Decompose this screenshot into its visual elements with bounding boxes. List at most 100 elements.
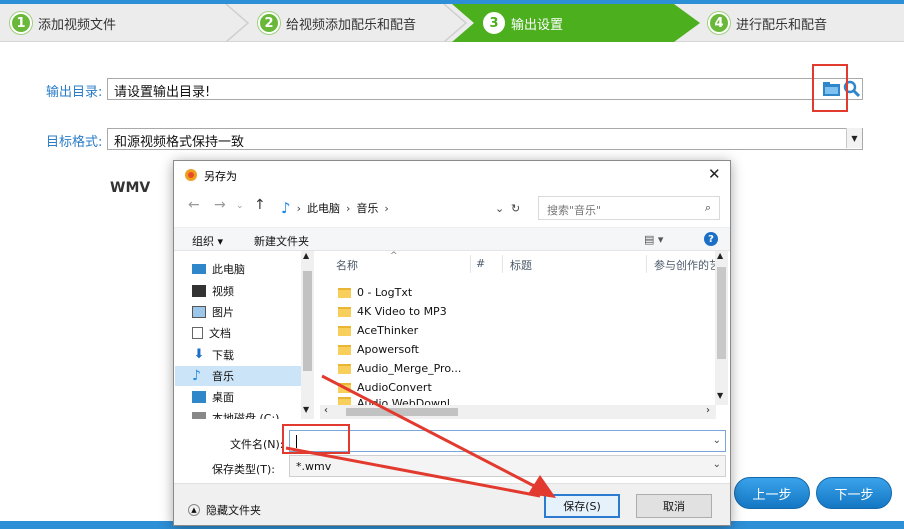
breadcrumb-sep-icon: › [345, 201, 351, 215]
step-number: 3 [483, 12, 505, 34]
scroll-up-icon[interactable]: ▲ [717, 251, 723, 260]
step-label: 进行配乐和配音 [736, 17, 828, 33]
scroll-down-icon[interactable]: ▼ [303, 405, 309, 414]
scrollbar-thumb[interactable] [346, 408, 458, 416]
list-item[interactable]: Audio WebDownl... [338, 397, 460, 405]
tree-item-label: 视频 [212, 285, 234, 298]
cancel-button[interactable]: 取消 [636, 494, 712, 518]
file-list-hscrollbar[interactable]: ‹ › [320, 405, 716, 419]
step-label: 给视频添加配乐和配音 [286, 17, 417, 33]
back-arrow-icon[interactable]: ← [188, 197, 200, 213]
scroll-right-icon[interactable]: › [706, 405, 710, 416]
dialog-search-input[interactable]: 搜索"音乐" ⌕ [538, 196, 720, 220]
breadcrumb-music[interactable]: 音乐 [356, 200, 378, 216]
tree-item-label: 音乐 [212, 370, 234, 383]
hide-folders-label: 隐藏文件夹 [206, 504, 261, 517]
tree-item-downloads[interactable]: ⬇ 下载 [192, 345, 312, 365]
step-add-video[interactable]: 1 添加视频文件 [10, 4, 116, 42]
up-arrow-icon[interactable]: ↑ [254, 197, 266, 213]
file-list-vscrollbar[interactable]: ▲ ▼ [715, 251, 728, 405]
help-icon[interactable]: ? [704, 232, 718, 246]
chevron-down-icon[interactable]: ⌄ [713, 435, 721, 446]
picture-icon [192, 306, 206, 318]
search-placeholder: 搜索"音乐" [547, 204, 602, 217]
dialog-toolbar: 组织 ▾ 新建文件夹 ▤ ▾ ? [174, 227, 730, 251]
tree-item-label: 桌面 [212, 391, 234, 404]
filename-label: 文件名(N): [230, 438, 284, 451]
prev-step-button[interactable]: 上一步 [734, 477, 810, 509]
chevron-down-icon[interactable]: ▼ [846, 128, 862, 148]
refresh-icon[interactable]: ↻ [511, 202, 520, 215]
folder-icon [338, 287, 351, 298]
column-title[interactable]: 标题 [510, 257, 532, 273]
tree-item-local-disk[interactable]: 本地磁盘 (C:) [192, 408, 312, 419]
scroll-down-icon[interactable]: ▼ [717, 391, 723, 400]
search-icon: ⌕ [704, 201, 711, 214]
step-process[interactable]: 4 进行配乐和配音 [708, 4, 827, 42]
save-as-dialog: 另存为 ✕ ← → ⌄ ↑ ♪ › 此电脑 › 音乐 › ⌄ ↻ 搜索"音乐" … [173, 160, 731, 526]
step-output-settings[interactable]: 3 输出设置 [483, 4, 563, 42]
dialog-titlebar: 另存为 ✕ [174, 161, 730, 189]
hide-folders-toggle[interactable]: ▲ 隐藏文件夹 [188, 502, 261, 518]
new-folder-button[interactable]: 新建文件夹 [254, 233, 309, 249]
filetype-select[interactable]: *.wmv ⌄ [289, 455, 726, 477]
download-icon: ⬇ [193, 347, 205, 362]
close-icon[interactable]: ✕ [708, 165, 721, 183]
forward-arrow-icon[interactable]: → [214, 197, 226, 213]
list-item[interactable]: 0 - LogTxt [338, 283, 412, 302]
step-number: 1 [10, 12, 32, 34]
folder-icon [338, 382, 351, 393]
tree-item-this-pc[interactable]: 此电脑 [192, 259, 312, 279]
column-number[interactable]: # [476, 257, 485, 270]
filename-input[interactable]: ⌄ [289, 430, 726, 452]
list-item[interactable]: Apowersoft [338, 340, 419, 359]
organize-button[interactable]: 组织 ▾ [192, 233, 223, 249]
file-name: 4K Video to MP3 [357, 305, 447, 318]
tree-item-label: 文档 [209, 327, 231, 340]
tree-item-desktop[interactable]: 桌面 [192, 387, 312, 407]
step-add-music[interactable]: 2 给视频添加配乐和配音 [258, 4, 416, 42]
scroll-up-icon[interactable]: ▲ [303, 251, 309, 260]
step-label: 输出设置 [511, 17, 564, 33]
nav-pane-scrollbar[interactable]: ▲ ▼ [301, 251, 314, 419]
format-select[interactable]: 和源视频格式保持一致 [107, 128, 863, 150]
scrollbar-thumb[interactable] [717, 267, 726, 359]
tree-item-music[interactable]: ♪ 音乐 [175, 366, 301, 386]
output-dir-input[interactable]: 请设置输出目录! [107, 78, 863, 100]
tree-item-pictures[interactable]: 图片 [192, 302, 312, 322]
folder-icon [338, 397, 351, 405]
step-divider-2 [443, 4, 468, 42]
view-options-icon[interactable]: ▤ ▾ [644, 233, 663, 246]
document-icon [192, 327, 203, 339]
scroll-left-icon[interactable]: ‹ [324, 405, 328, 416]
step-divider-1 [225, 4, 250, 42]
tree-item-label: 图片 [212, 306, 234, 319]
file-name: AudioConvert [357, 381, 432, 394]
breadcrumb[interactable]: ♪ › 此电脑 › 音乐 › ⌄ ↻ [281, 196, 529, 220]
next-step-button[interactable]: 下一步 [816, 477, 892, 509]
list-item[interactable]: AceThinker [338, 321, 418, 340]
list-item[interactable]: Audio_Merge_Pro... [338, 359, 461, 378]
music-note-icon: ♪ [192, 368, 201, 384]
breadcrumb-sep-icon: › [384, 201, 389, 215]
chevron-down-icon[interactable]: ⌄ [713, 459, 721, 470]
tree-item-videos[interactable]: 视频 [192, 281, 312, 301]
disk-icon [192, 412, 206, 419]
address-dropdown-icon[interactable]: ⌄ [495, 202, 504, 215]
column-artist[interactable]: 参与创作的艺 [654, 257, 716, 273]
video-icon [192, 285, 206, 297]
file-name: Audio_Merge_Pro... [357, 362, 462, 375]
list-item[interactable]: AudioConvert [338, 378, 432, 397]
folder-icon [338, 306, 351, 317]
list-item[interactable]: 4K Video to MP3 [338, 302, 447, 321]
filetype-value: *.wmv [296, 460, 332, 473]
computer-icon [192, 264, 206, 274]
save-button[interactable]: 保存(S) [544, 494, 620, 518]
tree-item-documents[interactable]: 文档 [192, 323, 312, 343]
recent-chevron-icon[interactable]: ⌄ [236, 201, 244, 211]
breadcrumb-this-pc[interactable]: 此电脑 [307, 200, 340, 216]
column-name[interactable]: 名称 [336, 257, 358, 273]
scrollbar-thumb[interactable] [303, 271, 312, 371]
folder-icon [338, 363, 351, 374]
file-list-header: 名称 ^ # 标题 参与创作的艺 [320, 251, 716, 273]
